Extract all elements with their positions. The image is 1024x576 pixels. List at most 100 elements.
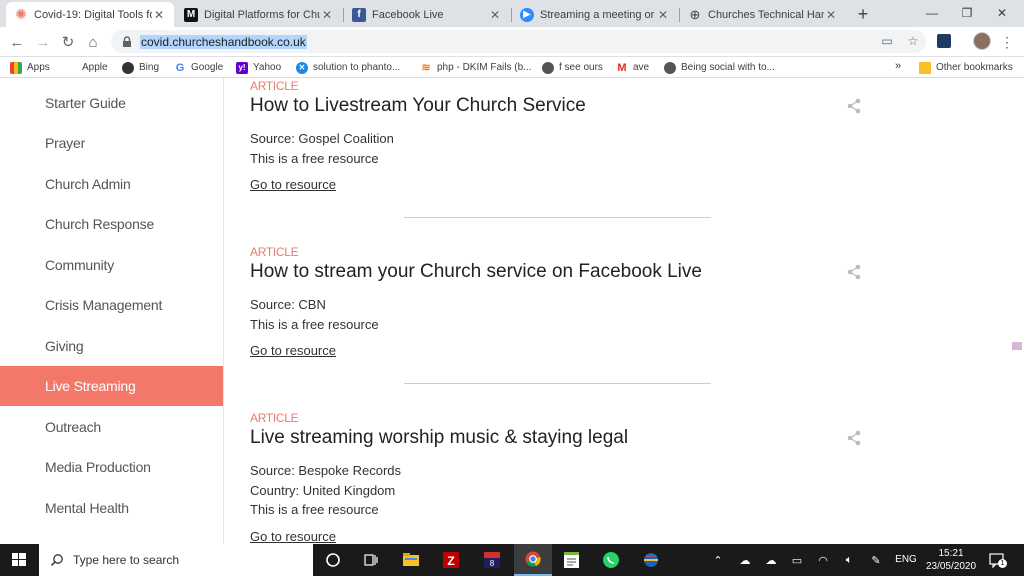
close-icon[interactable]: ✕: [152, 8, 166, 22]
bookmark-label: Apple: [82, 62, 108, 73]
star-bookmark-icon[interactable]: ☆: [905, 33, 921, 49]
bookmark-apple[interactable]: Apple: [65, 60, 108, 75]
bookmark-bing[interactable]: Bing: [122, 60, 159, 75]
clock-time: 15:21: [938, 548, 964, 559]
bookmark-label: ave: [633, 62, 650, 73]
bookmarks-overflow-button[interactable]: »: [895, 60, 901, 72]
sidebar-item-mental-health[interactable]: Mental Health: [0, 488, 223, 528]
bookmark-being-social[interactable]: Being social with to...: [664, 60, 775, 75]
php-app-icon[interactable]: 8: [473, 544, 511, 576]
restore-button[interactable]: ❐: [952, 3, 982, 23]
zoom-icon: ▶: [520, 7, 534, 22]
bookmark-label: Bing: [139, 62, 160, 73]
sidebar-item-starter-guide[interactable]: Starter Guide: [0, 83, 223, 123]
home-button[interactable]: ⌂: [83, 32, 103, 52]
article-type-label: ARTICLE: [250, 411, 299, 425]
filezilla-icon[interactable]: Z: [432, 544, 470, 576]
sidebar-item-outreach[interactable]: Outreach: [0, 407, 223, 447]
bookmark-php-dkim[interactable]: ≋ php - DKIM Fails (b...: [420, 60, 531, 75]
tab-title: Facebook Live: [372, 8, 444, 21]
search-placeholder: Type here to search: [73, 553, 180, 567]
tab-zoom-streaming[interactable]: ▶ Streaming a meeting or web ✕: [512, 2, 678, 27]
yahoo-icon: y!: [236, 61, 248, 74]
avatar[interactable]: [973, 32, 991, 50]
bookmark-google[interactable]: G Google: [174, 60, 224, 75]
article-free-note: This is a free resource: [250, 150, 379, 166]
sidebar-item-prayer[interactable]: Prayer: [0, 123, 223, 163]
windows-start-icon[interactable]: [0, 544, 38, 576]
share-icon[interactable]: [846, 264, 862, 280]
go-to-resource-link[interactable]: Go to resource: [250, 343, 336, 358]
article-title: How to stream your Church service on Fac…: [250, 261, 702, 282]
bookmark-yahoo[interactable]: y! Yahoo: [236, 60, 281, 75]
sidebar-item-community[interactable]: Community: [0, 245, 223, 285]
clock-date: 23/05/2020: [925, 561, 977, 572]
close-icon[interactable]: ✕: [656, 8, 670, 22]
sidebar-item-giving[interactable]: Giving: [0, 326, 223, 366]
notification-count: 1: [998, 559, 1007, 568]
bookmark-ave[interactable]: M ave: [616, 60, 649, 75]
other-bookmarks-folder[interactable]: Other bookmarks: [919, 60, 1013, 75]
article-source: Source: Bespoke Records: [250, 463, 402, 478]
scrollbar-thumb[interactable]: [1012, 342, 1022, 350]
url-text[interactable]: covid.churcheshandbook.co.uk: [140, 34, 307, 49]
bookmark-label: f see ours: [559, 62, 603, 73]
task-view-icon[interactable]: [352, 544, 390, 576]
chrome-icon[interactable]: [514, 544, 552, 576]
stackoverflow-icon: ≋: [421, 62, 431, 74]
bookmark-apps[interactable]: Apps: [10, 60, 50, 75]
close-window-button[interactable]: ✕: [987, 3, 1017, 23]
language-indicator[interactable]: ENG: [893, 552, 919, 568]
tab-covid-tools[interactable]: ✺ Covid-19: Digital Tools for C ✕: [6, 2, 174, 27]
tab-digital-platforms[interactable]: M Digital Platforms for Church ✕: [176, 2, 342, 27]
share-icon[interactable]: [846, 430, 862, 446]
sidebar-item-church-response[interactable]: Church Response: [0, 204, 223, 244]
more-menu-icon[interactable]: ⋮: [1000, 32, 1014, 52]
pen-icon[interactable]: ✎: [867, 552, 885, 568]
bookmark-solution[interactable]: ✕ solution to phanto...: [296, 60, 400, 75]
back-button[interactable]: ←: [7, 32, 27, 52]
article-card: ARTICLE Live streaming worship music & s…: [250, 411, 870, 544]
minimize-button[interactable]: —: [917, 3, 947, 23]
virus-icon: ✺: [15, 6, 27, 22]
whatsapp-icon[interactable]: [592, 544, 630, 576]
file-explorer-icon[interactable]: [392, 544, 430, 576]
cloud-icon[interactable]: ☁: [762, 552, 780, 568]
google-icon: G: [175, 61, 185, 74]
go-to-resource-link[interactable]: Go to resource: [250, 177, 336, 192]
tab-facebook-live[interactable]: f Facebook Live ✕: [344, 2, 510, 27]
system-clock[interactable]: 15:21 23/05/2020: [924, 547, 978, 573]
notepad-app-icon[interactable]: [553, 544, 591, 576]
search-icon: [50, 554, 63, 567]
notification-center-icon[interactable]: 1: [989, 552, 1007, 569]
sidebar-item-live-streaming[interactable]: Live Streaming: [0, 366, 223, 406]
globe-app-icon[interactable]: [632, 544, 670, 576]
forward-button[interactable]: →: [33, 32, 53, 52]
svg-text:8: 8: [490, 559, 495, 568]
taskbar-search-box[interactable]: Type here to search: [39, 544, 313, 576]
tab-churches-handbook[interactable]: ⊕ Churches Technical Handbo ✕: [680, 2, 846, 27]
close-icon[interactable]: ✕: [488, 8, 502, 22]
sidebar-item-crisis-management[interactable]: Crisis Management: [0, 285, 223, 325]
wifi-icon[interactable]: ◠: [814, 552, 832, 568]
resource-list: ARTICLE How to Livestream Your Church Se…: [224, 78, 1014, 544]
extension-icon[interactable]: [937, 34, 951, 48]
bookmark-see-ours[interactable]: f see ours: [542, 60, 603, 75]
cortana-icon[interactable]: [314, 544, 352, 576]
close-icon[interactable]: ✕: [320, 8, 334, 22]
sidebar-item-media-production[interactable]: Media Production: [0, 447, 223, 487]
cast-icon[interactable]: ▭: [879, 33, 895, 49]
volume-icon[interactable]: 🔈︎: [840, 552, 858, 568]
chevron-up-icon[interactable]: ⌃: [710, 552, 726, 568]
close-icon[interactable]: ✕: [824, 8, 838, 22]
new-tab-button[interactable]: +: [853, 4, 873, 24]
blue-x-icon: ✕: [296, 61, 308, 74]
go-to-resource-link[interactable]: Go to resource: [250, 529, 336, 544]
share-icon[interactable]: [846, 98, 862, 114]
address-bar[interactable]: covid.churcheshandbook.co.uk ▭ ☆: [111, 30, 926, 53]
battery-icon[interactable]: ▭: [788, 552, 806, 568]
sidebar-item-church-admin[interactable]: Church Admin: [0, 164, 223, 204]
onedrive-icon[interactable]: ☁: [736, 552, 754, 568]
reload-button[interactable]: ↻: [58, 32, 78, 52]
article-country: Country: United Kingdom: [250, 482, 396, 498]
